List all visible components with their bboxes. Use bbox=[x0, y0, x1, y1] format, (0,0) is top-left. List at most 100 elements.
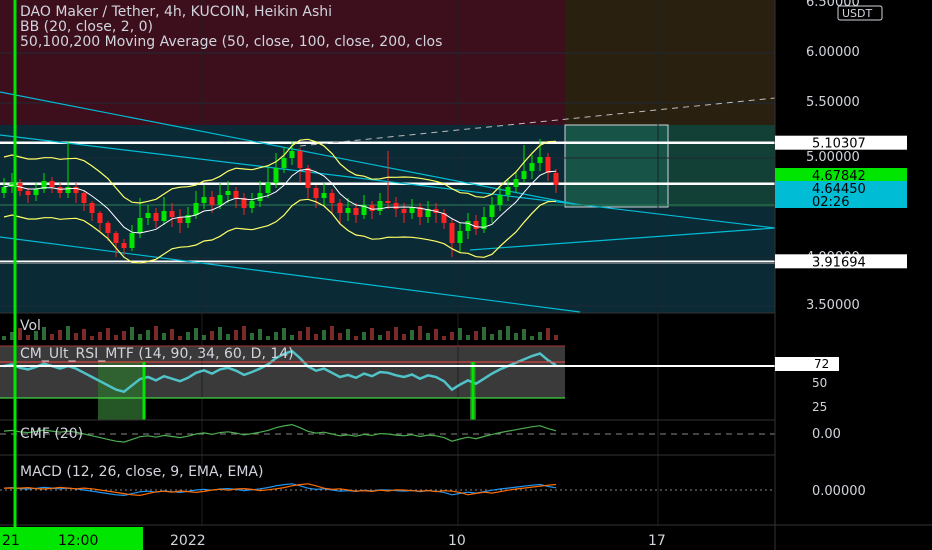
candle-body-0 bbox=[1, 187, 7, 193]
vol-bar-61 bbox=[490, 334, 494, 340]
vol-bar-52 bbox=[418, 326, 422, 340]
candle-body-44 bbox=[353, 208, 359, 215]
vol-bar-37 bbox=[298, 331, 302, 340]
vol-bar-25 bbox=[202, 335, 206, 340]
vol-bar-46 bbox=[370, 328, 374, 340]
time-label-17: 17 bbox=[648, 533, 666, 549]
vol-bar-17 bbox=[138, 334, 142, 340]
candle-body-12 bbox=[97, 213, 103, 223]
vol-bar-30 bbox=[242, 326, 246, 340]
vol-bar-3 bbox=[26, 335, 30, 340]
cmf-tick: 0.00 bbox=[812, 427, 841, 442]
price-tick-6.0: 6.00000 bbox=[806, 45, 860, 60]
vol-bar-33 bbox=[266, 336, 270, 340]
vol-bar-34 bbox=[274, 332, 278, 340]
vol-bar-31 bbox=[250, 333, 254, 340]
time-label-21: 21 bbox=[2, 533, 20, 549]
vol-bar-0 bbox=[2, 336, 6, 340]
vol-bar-51 bbox=[410, 330, 414, 340]
vol-bar-28 bbox=[226, 334, 230, 340]
candle-body-40 bbox=[321, 193, 327, 198]
time-label-10: 10 bbox=[448, 533, 466, 549]
vol-bar-7 bbox=[58, 330, 62, 340]
candle-body-41 bbox=[329, 193, 335, 203]
vol-bar-59 bbox=[474, 331, 478, 340]
candle-body-50 bbox=[401, 209, 407, 213]
vol-bar-12 bbox=[98, 332, 102, 340]
vol-bar-8 bbox=[66, 326, 70, 340]
candle-body-47 bbox=[377, 201, 383, 211]
vol-bar-67 bbox=[538, 332, 542, 340]
candle-body-49 bbox=[393, 203, 399, 209]
vol-bar-36 bbox=[290, 335, 294, 340]
candle-body-35 bbox=[281, 158, 287, 168]
vol-bar-23 bbox=[186, 332, 190, 340]
upper-right-zone bbox=[565, 0, 775, 125]
vol-bar-29 bbox=[234, 330, 238, 340]
price-tag-5: 3.91694 bbox=[812, 255, 866, 270]
candle-body-61 bbox=[489, 205, 495, 217]
candle-body-21 bbox=[169, 211, 175, 217]
vol-bar-32 bbox=[258, 329, 262, 340]
time-label-2022: 2022 bbox=[170, 533, 206, 549]
rsi-title: CM_Ult_RSI_MTF (14, 90, 34, 60, D, 14) bbox=[20, 346, 294, 362]
vol-bar-26 bbox=[210, 331, 214, 340]
vol-bar-57 bbox=[458, 328, 462, 340]
vol-bar-41 bbox=[330, 326, 334, 340]
time-label-1200: 12:00 bbox=[58, 533, 98, 549]
candle-body-8 bbox=[65, 187, 71, 193]
vol-bar-58 bbox=[466, 335, 470, 340]
candle-body-28 bbox=[225, 191, 231, 195]
vol-bar-14 bbox=[114, 335, 118, 340]
macd-tick: 0.00000 bbox=[812, 484, 866, 499]
vol-bar-68 bbox=[546, 328, 550, 340]
vol-bar-53 bbox=[426, 333, 430, 340]
rsi-tag-72: 72 bbox=[814, 357, 829, 371]
candle-body-24 bbox=[193, 203, 199, 215]
vol-bar-64 bbox=[514, 333, 518, 340]
vol-bar-38 bbox=[306, 327, 310, 340]
candle-body-19 bbox=[153, 213, 159, 221]
candle-body-65 bbox=[521, 171, 527, 179]
chart-canvas[interactable]: DAO Maker / Tether, 4h, KUCOIN, Heikin A… bbox=[0, 0, 932, 550]
long-position-target-ext bbox=[668, 125, 775, 207]
vol-bar-18 bbox=[146, 330, 150, 340]
cmf-line bbox=[3, 423, 557, 443]
candle-body-18 bbox=[145, 213, 151, 218]
vol-bar-9 bbox=[74, 333, 78, 340]
currency-badge: USDT bbox=[842, 7, 873, 20]
candle-body-59 bbox=[473, 221, 479, 229]
candle-body-10 bbox=[81, 193, 87, 203]
candle-body-68 bbox=[545, 157, 551, 173]
candle-body-15 bbox=[121, 243, 127, 248]
candle-body-17 bbox=[137, 218, 143, 233]
candle-body-43 bbox=[345, 208, 351, 213]
vol-bar-56 bbox=[450, 332, 454, 340]
vol-bar-21 bbox=[170, 329, 174, 340]
vol-bar-42 bbox=[338, 333, 342, 340]
ma-legend: 50,100,200 Moving Average (50, close, 10… bbox=[20, 34, 442, 50]
candle-body-48 bbox=[385, 201, 391, 203]
vol-bar-48 bbox=[386, 331, 390, 340]
candle-body-42 bbox=[337, 203, 343, 213]
vol-bar-20 bbox=[162, 333, 166, 340]
vol-bar-55 bbox=[442, 336, 446, 340]
candle-body-29 bbox=[233, 191, 239, 198]
candle-body-14 bbox=[113, 233, 119, 243]
candle-body-36 bbox=[289, 151, 295, 158]
candle-body-57 bbox=[457, 231, 463, 243]
candle-body-33 bbox=[265, 183, 271, 193]
candle-body-16 bbox=[129, 233, 135, 248]
vol-bar-39 bbox=[314, 334, 318, 340]
vol-bar-1 bbox=[10, 332, 14, 340]
vol-bar-63 bbox=[506, 326, 510, 340]
candle-body-4 bbox=[33, 189, 39, 195]
candle-body-46 bbox=[369, 205, 375, 211]
candle-body-67 bbox=[537, 157, 543, 163]
macd-title: MACD (12, 26, close, 9, EMA, EMA) bbox=[20, 464, 263, 480]
candle-body-63 bbox=[505, 187, 511, 195]
candle-body-3 bbox=[25, 191, 31, 195]
candle-body-13 bbox=[105, 223, 111, 233]
candle-body-27 bbox=[217, 195, 223, 205]
vol-bar-35 bbox=[282, 328, 286, 340]
